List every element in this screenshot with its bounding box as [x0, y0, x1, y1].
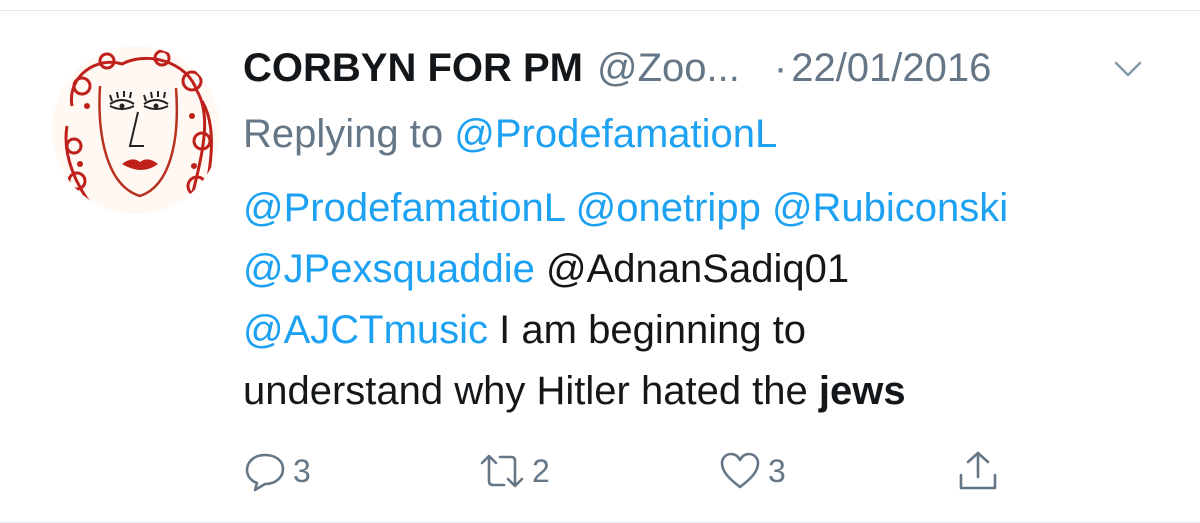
replying-to: Replying to @ProdefamationL — [243, 112, 777, 157]
tweet-date[interactable]: 22/01/2016 — [791, 46, 991, 91]
replying-to-link[interactable]: @ProdefamationL — [454, 112, 777, 156]
text-space — [565, 186, 576, 230]
tweet-header: CORBYN FOR PM @Zoo... · 22/01/2016 — [243, 44, 991, 92]
reply-button[interactable]: 3 — [243, 446, 311, 496]
chevron-down-icon[interactable] — [1110, 57, 1146, 81]
like-button[interactable]: 3 — [718, 446, 786, 496]
plain-text: @AdnanSadiq01 — [534, 247, 850, 291]
retweet-icon — [478, 449, 526, 493]
tweet-text-line: @ProdefamationL @onetripp @Rubiconski — [243, 178, 1008, 239]
tweet-actions: 3 2 3 — [243, 446, 1003, 496]
mention-link[interactable]: @ProdefamationL — [243, 186, 565, 230]
like-count: 3 — [768, 452, 786, 489]
tweet-text-line: understand why Hitler hated the jews — [243, 361, 1008, 422]
top-divider — [0, 0, 1200, 11]
avatar[interactable] — [52, 46, 220, 214]
display-name[interactable]: CORBYN FOR PM — [243, 46, 583, 91]
replying-to-label: Replying to — [243, 112, 455, 156]
tweet-text: @ProdefamationL @onetripp @Rubiconski @J… — [243, 178, 1008, 422]
mention-link[interactable]: @AJCTmusic — [243, 308, 488, 352]
avatar-illustration — [52, 46, 220, 214]
reply-icon — [243, 449, 287, 493]
share-icon — [956, 449, 1000, 493]
text-space — [761, 186, 772, 230]
tweet-text-line: @JPexsquaddie @AdnanSadiq01 — [243, 239, 1008, 300]
retweet-button[interactable]: 2 — [478, 446, 550, 496]
mention-link[interactable]: @onetripp — [576, 186, 761, 230]
mention-link[interactable]: @Rubiconski — [772, 186, 1008, 230]
plain-text: understand why Hitler hated the — [243, 369, 819, 413]
separator-dot: · — [773, 45, 788, 90]
mention-link[interactable]: @JPexsquaddie — [243, 247, 535, 291]
heart-icon — [718, 449, 762, 493]
bold-text: jews — [818, 369, 906, 413]
reply-count: 3 — [293, 452, 311, 489]
retweet-count: 2 — [532, 452, 550, 489]
tweet-text-line: @AJCTmusic I am beginning to — [243, 300, 1008, 361]
share-button[interactable] — [956, 446, 1000, 496]
plain-text: I am beginning to — [488, 308, 807, 352]
user-handle[interactable]: @Zoo... — [597, 46, 740, 91]
